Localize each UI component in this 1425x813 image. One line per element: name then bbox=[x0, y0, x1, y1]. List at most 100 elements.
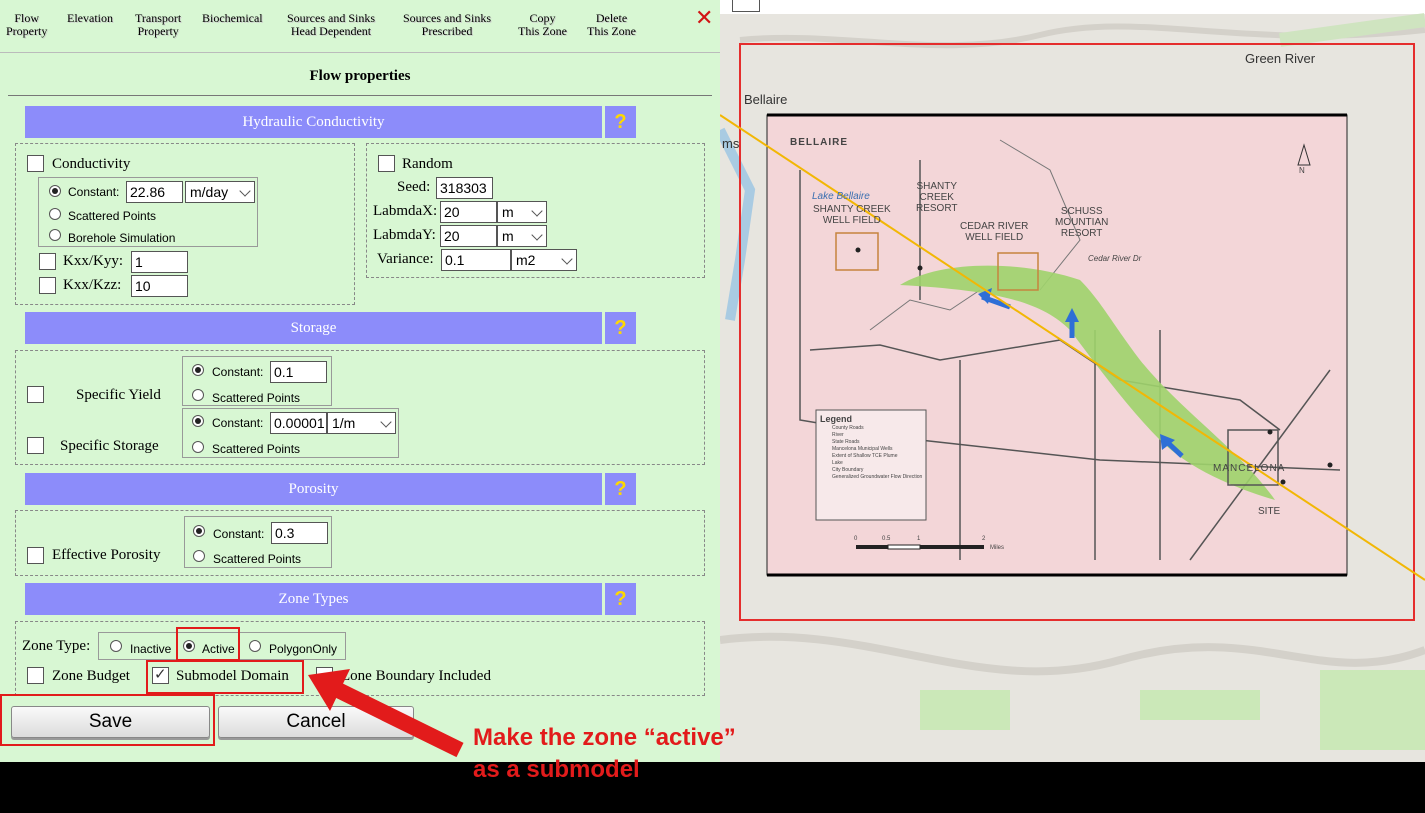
conductivity-label: Conductivity bbox=[52, 156, 131, 172]
lambdax-unit-select[interactable]: m bbox=[497, 201, 547, 223]
conductivity-scattered-label: Scattered Points bbox=[68, 209, 157, 223]
chevron-down-icon bbox=[239, 185, 251, 197]
zone-properties-dialog: Flow Property Elevation Transport Proper… bbox=[0, 0, 720, 762]
section-header-porosity: Porosity bbox=[25, 473, 602, 505]
specific-yield-checkbox[interactable] bbox=[27, 386, 44, 403]
zone-type-inactive-radio[interactable] bbox=[110, 640, 122, 652]
highlight-active-option bbox=[176, 627, 240, 661]
menu-sources-sinks-head-dependent[interactable]: Sources and Sinks Head Dependent bbox=[287, 12, 375, 38]
highlight-save-button bbox=[0, 694, 215, 746]
effective-porosity-checkbox[interactable] bbox=[27, 547, 44, 564]
map-label-bellaire: Bellaire bbox=[744, 92, 788, 107]
annotation-callout: Make the zone “active” as a submodel bbox=[473, 722, 736, 786]
ss-unit-value: 1/m bbox=[332, 415, 356, 431]
porosity-constant-input[interactable]: 0.3 bbox=[271, 522, 328, 544]
map-view[interactable]: Green River Bellaire ms BELLAIRE Lake Be… bbox=[720, 0, 1425, 762]
legend-item: City Boundary bbox=[832, 467, 864, 473]
inset-label-shanty-creek-well-field: SHANTY CREEK WELL FIELD bbox=[813, 204, 891, 226]
lambday-input[interactable]: 20 bbox=[440, 225, 497, 247]
conductivity-scattered-radio[interactable] bbox=[49, 208, 61, 220]
zone-type-label: Zone Type: bbox=[22, 638, 91, 654]
chevron-down-icon bbox=[531, 205, 543, 217]
conductivity-borehole-radio[interactable] bbox=[49, 229, 61, 241]
ss-constant-input[interactable]: 0.00001 bbox=[270, 412, 327, 434]
help-icon-porosity[interactable]: ? bbox=[605, 473, 636, 505]
scale-label: Miles bbox=[990, 545, 1005, 551]
close-icon[interactable]: ✕ bbox=[695, 6, 713, 31]
conductivity-constant-label: Constant: bbox=[68, 185, 120, 199]
chevron-down-icon bbox=[380, 416, 392, 428]
menu-elevation[interactable]: Elevation bbox=[67, 12, 113, 25]
menu-transport-property[interactable]: Transport Property bbox=[135, 12, 181, 38]
zone-type-polygononly-radio[interactable] bbox=[249, 640, 261, 652]
legend-item: River bbox=[832, 432, 844, 438]
legend-title: Legend bbox=[820, 414, 853, 424]
inset-label-schuss-mountain: SCHUSS MOUNTIAN RESORT bbox=[1055, 206, 1109, 239]
random-checkbox[interactable] bbox=[378, 155, 395, 172]
help-icon-storage[interactable]: ? bbox=[605, 312, 636, 344]
menu-sources-sinks-prescribed[interactable]: Sources and Sinks Prescribed bbox=[403, 12, 491, 38]
map-legend: Legend County Roads River State Roads Ma… bbox=[820, 414, 924, 481]
conductivity-constant-input[interactable]: 22.86 bbox=[126, 181, 183, 203]
highlight-submodel-domain bbox=[146, 660, 304, 694]
conductivity-unit-select[interactable]: m/day bbox=[185, 181, 255, 203]
conductivity-constant-radio[interactable] bbox=[49, 185, 61, 197]
lambday-unit-select[interactable]: m bbox=[497, 225, 547, 247]
map-canvas bbox=[720, 13, 1425, 762]
inset-label-shanty-creek-resort: SHANTY CREEK RESORT bbox=[916, 181, 958, 214]
inset-label-cedar-river-dr: Cedar River Dr bbox=[1088, 254, 1142, 263]
section-header-hydraulic-conductivity: Hydraulic Conductivity bbox=[25, 106, 602, 138]
chevron-down-icon bbox=[531, 229, 543, 241]
scale-label: 2 bbox=[982, 536, 986, 542]
random-label: Random bbox=[402, 156, 453, 172]
map-label-green-river: Green River bbox=[1245, 51, 1316, 66]
ss-scattered-radio[interactable] bbox=[192, 441, 204, 453]
sy-scattered-radio[interactable] bbox=[192, 389, 204, 401]
annotation-arrow-icon bbox=[308, 669, 464, 758]
variance-unit-value: m2 bbox=[516, 252, 536, 268]
specific-storage-checkbox[interactable] bbox=[27, 437, 44, 454]
north-arrow-label: N bbox=[1299, 166, 1305, 175]
annotation-line-2: as a submodel bbox=[473, 756, 640, 783]
porosity-scattered-label: Scattered Points bbox=[213, 552, 302, 566]
ss-constant-radio[interactable] bbox=[192, 415, 204, 427]
inset-label-cedar-river-well-field: CEDAR RIVER WELL FIELD bbox=[960, 221, 1029, 243]
legend-item: Mancelona Municipal Wells bbox=[832, 446, 893, 452]
sy-constant-label: Constant: bbox=[212, 365, 264, 379]
kxx-kzz-label: Kxx/Kzz: bbox=[63, 277, 122, 293]
menu-flow-property[interactable]: Flow Property bbox=[6, 12, 47, 38]
kxx-kzz-input[interactable]: 10 bbox=[131, 275, 188, 297]
porosity-constant-radio[interactable] bbox=[193, 525, 205, 537]
zone-type-inactive-label: Inactive bbox=[130, 642, 172, 656]
porosity-scattered-radio[interactable] bbox=[193, 550, 205, 562]
variance-unit-select[interactable]: m2 bbox=[511, 249, 577, 271]
porosity-constant-label: Constant: bbox=[213, 527, 265, 541]
menu-delete-zone[interactable]: Delete This Zone bbox=[587, 12, 636, 38]
scale-label: 1 bbox=[917, 536, 921, 542]
section-header-zone-types: Zone Types bbox=[25, 583, 602, 615]
seed-label: Seed: bbox=[397, 179, 431, 195]
help-icon-zone-types[interactable]: ? bbox=[605, 583, 636, 615]
sy-constant-input[interactable]: 0.1 bbox=[270, 361, 327, 383]
inset-label-bellaire: BELLAIRE bbox=[790, 137, 848, 148]
chevron-down-icon bbox=[561, 253, 573, 265]
legend-item: County Roads bbox=[832, 425, 864, 431]
zone-budget-checkbox[interactable] bbox=[27, 667, 44, 684]
menu-biochemical[interactable]: Biochemical bbox=[202, 12, 263, 25]
sy-constant-radio[interactable] bbox=[192, 364, 204, 376]
help-icon-hydraulic[interactable]: ? bbox=[605, 106, 636, 138]
menu-copy-zone[interactable]: Copy This Zone bbox=[518, 12, 567, 38]
inset-label-mancelona: MANCELONA bbox=[1213, 463, 1286, 474]
ss-unit-select[interactable]: 1/m bbox=[327, 412, 396, 434]
conductivity-checkbox[interactable] bbox=[27, 155, 44, 172]
ss-scattered-label: Scattered Points bbox=[212, 442, 301, 456]
lambdax-input[interactable]: 20 bbox=[440, 201, 497, 223]
kxx-kyy-checkbox[interactable] bbox=[39, 253, 56, 270]
conductivity-borehole-label: Borehole Simulation bbox=[68, 231, 176, 245]
variance-input[interactable]: 0.1 bbox=[441, 249, 511, 271]
kxx-kyy-input[interactable]: 1 bbox=[131, 251, 188, 273]
legend-item: Generalized Groundwater Flow Direction bbox=[832, 474, 923, 480]
kxx-kzz-checkbox[interactable] bbox=[39, 277, 56, 294]
seed-input[interactable]: 318303 bbox=[436, 177, 493, 199]
inset-label-lake-bellaire: Lake Bellaire bbox=[812, 191, 870, 202]
